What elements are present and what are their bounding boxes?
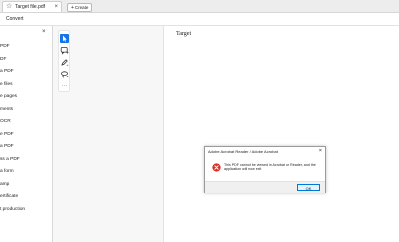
tool-item[interactable]: ss a PDF bbox=[0, 157, 20, 163]
tool-item[interactable]: OCR bbox=[0, 119, 11, 125]
tool-item[interactable]: ertificate bbox=[0, 194, 18, 200]
tab-title: Target file.pdf bbox=[15, 4, 46, 10]
document-area: Target bbox=[71, 26, 399, 242]
draw-pen-button[interactable] bbox=[60, 58, 69, 67]
panel-close-icon[interactable]: × bbox=[42, 28, 46, 36]
dialog-body: This PDF cannot be viewed in Acrobat or … bbox=[205, 157, 325, 181]
tool-item[interactable]: a form bbox=[0, 169, 14, 175]
dialog-title: Adobe Acrobat Reader / Adobe Acrobat bbox=[208, 149, 278, 154]
tools-panel: × PDF DF a PDF e files e pages ments OCR e PDF a… bbox=[0, 26, 53, 242]
lasso-icon bbox=[61, 71, 69, 78]
tool-item[interactable]: ments bbox=[0, 107, 13, 113]
plus-icon: + bbox=[71, 5, 74, 11]
dialog-close-icon[interactable]: × bbox=[319, 148, 322, 154]
error-icon bbox=[212, 163, 221, 172]
more-tools-icon[interactable]: ··· bbox=[60, 82, 69, 91]
create-button[interactable]: +Create bbox=[67, 3, 93, 12]
tool-item[interactable]: PDF bbox=[0, 44, 10, 50]
dialog-message: This PDF cannot be viewed in Acrobat or … bbox=[224, 163, 316, 172]
dialog-footer: OK bbox=[205, 181, 325, 193]
select-tool-icon bbox=[63, 35, 67, 42]
add-comment-icon bbox=[60, 47, 69, 55]
menu-bar: Convert bbox=[0, 13, 399, 26]
quick-tools-bar: ··· bbox=[58, 30, 70, 92]
star-icon[interactable]: ☆ bbox=[6, 2, 12, 12]
tool-item[interactable]: t production bbox=[0, 207, 25, 213]
tool-item[interactable]: e pages bbox=[0, 94, 17, 100]
tab-close-icon[interactable]: × bbox=[54, 2, 58, 12]
tool-item[interactable]: e files bbox=[0, 82, 13, 88]
tool-item[interactable]: a PDF bbox=[0, 69, 14, 75]
ok-button[interactable]: OK bbox=[297, 184, 320, 191]
create-label: Create bbox=[74, 5, 89, 10]
tool-item[interactable]: DF bbox=[0, 57, 6, 63]
select-tool-button[interactable] bbox=[60, 34, 69, 43]
document-text: Target bbox=[176, 31, 192, 37]
tool-item[interactable]: a PDF bbox=[0, 144, 14, 150]
add-comment-button[interactable] bbox=[60, 46, 69, 55]
pdf-page: Target bbox=[163, 26, 399, 242]
lasso-button[interactable] bbox=[60, 70, 69, 79]
tab-target-file[interactable]: ☆ Target file.pdf × bbox=[2, 1, 62, 12]
tool-item[interactable]: e PDF bbox=[0, 132, 14, 138]
error-dialog: Adobe Acrobat Reader / Adobe Acrobat × T… bbox=[204, 146, 326, 193]
draw-pen-icon bbox=[61, 59, 69, 66]
convert-menu[interactable]: Convert bbox=[6, 15, 24, 23]
tool-item[interactable]: amp bbox=[0, 182, 9, 188]
tab-bar: ☆ Target file.pdf × +Create bbox=[0, 0, 399, 13]
